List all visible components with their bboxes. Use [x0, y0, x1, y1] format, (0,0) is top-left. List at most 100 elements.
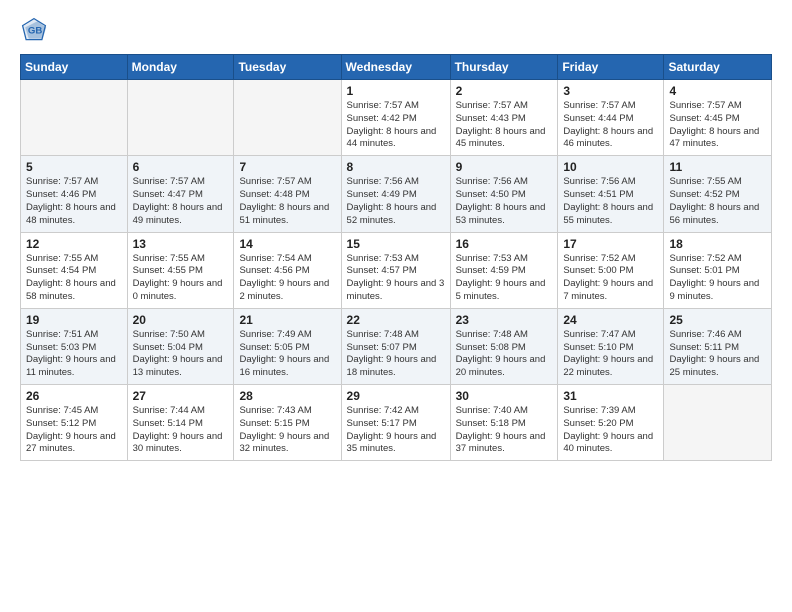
- logo-icon: GB: [20, 16, 48, 44]
- day-number: 8: [347, 160, 445, 174]
- calendar-cell: 5 Sunrise: 7:57 AM Sunset: 4:46 PM Daylig…: [21, 156, 128, 232]
- day-number: 14: [239, 237, 335, 251]
- calendar-cell: 1 Sunrise: 7:57 AM Sunset: 4:42 PM Daylig…: [341, 80, 450, 156]
- svg-text:GB: GB: [28, 26, 42, 37]
- day-info: Sunrise: 7:52 AM Sunset: 5:01 PM Dayligh…: [669, 253, 766, 304]
- calendar-cell: 6 Sunrise: 7:57 AM Sunset: 4:47 PM Daylig…: [127, 156, 234, 232]
- day-number: 24: [563, 313, 658, 327]
- weekday-header-friday: Friday: [558, 55, 664, 80]
- day-info: Sunrise: 7:57 AM Sunset: 4:44 PM Dayligh…: [563, 100, 658, 151]
- calendar-cell: 3 Sunrise: 7:57 AM Sunset: 4:44 PM Daylig…: [558, 80, 664, 156]
- day-number: 18: [669, 237, 766, 251]
- calendar-cell: 18 Sunrise: 7:52 AM Sunset: 5:01 PM Dayli…: [664, 232, 772, 308]
- calendar-cell: 7 Sunrise: 7:57 AM Sunset: 4:48 PM Daylig…: [234, 156, 341, 232]
- calendar-cell: 15 Sunrise: 7:53 AM Sunset: 4:57 PM Dayli…: [341, 232, 450, 308]
- calendar-cell: 9Sunrise: 7:56 AM Sunset: 4:50 PM Daylig…: [450, 156, 558, 232]
- calendar-cell: 17 Sunrise: 7:52 AM Sunset: 5:00 PM Dayli…: [558, 232, 664, 308]
- day-info: Sunrise: 7:54 AM Sunset: 4:56 PM Dayligh…: [239, 253, 335, 304]
- weekday-header-sunday: Sunday: [21, 55, 128, 80]
- weekday-header-row: SundayMondayTuesdayWednesdayThursdayFrid…: [21, 55, 772, 80]
- day-number: 10: [563, 160, 658, 174]
- day-number: 30: [456, 389, 553, 403]
- day-info: Sunrise: 7:48 AM Sunset: 5:08 PM Dayligh…: [456, 329, 553, 380]
- day-info: Sunrise: 7:52 AM Sunset: 5:00 PM Dayligh…: [563, 253, 658, 304]
- day-info: Sunrise: 7:39 AM Sunset: 5:20 PM Dayligh…: [563, 405, 658, 456]
- day-number: 13: [133, 237, 229, 251]
- day-number: 15: [347, 237, 445, 251]
- day-info: Sunrise: 7:56 AM Sunset: 4:50 PM Dayligh…: [456, 176, 553, 227]
- day-info: Sunrise: 7:57 AM Sunset: 4:43 PM Dayligh…: [456, 100, 553, 151]
- day-number: 5: [26, 160, 122, 174]
- day-number: 19: [26, 313, 122, 327]
- day-info: Sunrise: 7:55 AM Sunset: 4:54 PM Dayligh…: [26, 253, 122, 304]
- day-info: Sunrise: 7:48 AM Sunset: 5:07 PM Dayligh…: [347, 329, 445, 380]
- calendar-cell: 21 Sunrise: 7:49 AM Sunset: 5:05 PM Dayli…: [234, 308, 341, 384]
- day-info: Sunrise: 7:57 AM Sunset: 4:48 PM Dayligh…: [239, 176, 335, 227]
- day-info: Sunrise: 7:42 AM Sunset: 5:17 PM Dayligh…: [347, 405, 445, 456]
- day-info: Sunrise: 7:45 AM Sunset: 5:12 PM Dayligh…: [26, 405, 122, 456]
- weekday-header-thursday: Thursday: [450, 55, 558, 80]
- day-info: Sunrise: 7:57 AM Sunset: 4:45 PM Dayligh…: [669, 100, 766, 151]
- calendar-cell: 19 Sunrise: 7:51 AM Sunset: 5:03 PM Dayli…: [21, 308, 128, 384]
- day-number: 22: [347, 313, 445, 327]
- calendar-cell: [234, 80, 341, 156]
- day-number: 16: [456, 237, 553, 251]
- calendar-cell: 23Sunrise: 7:48 AM Sunset: 5:08 PM Dayli…: [450, 308, 558, 384]
- calendar-cell: 10 Sunrise: 7:56 AM Sunset: 4:51 PM Dayli…: [558, 156, 664, 232]
- day-number: 20: [133, 313, 229, 327]
- calendar-cell: 16Sunrise: 7:53 AM Sunset: 4:59 PM Dayli…: [450, 232, 558, 308]
- calendar-cell: 27 Sunrise: 7:44 AM Sunset: 5:14 PM Dayli…: [127, 385, 234, 461]
- day-number: 7: [239, 160, 335, 174]
- weekday-header-monday: Monday: [127, 55, 234, 80]
- calendar-week-row: 5 Sunrise: 7:57 AM Sunset: 4:46 PM Daylig…: [21, 156, 772, 232]
- weekday-header-wednesday: Wednesday: [341, 55, 450, 80]
- calendar-cell: 24Sunrise: 7:47 AM Sunset: 5:10 PM Dayli…: [558, 308, 664, 384]
- day-number: 4: [669, 84, 766, 98]
- day-info: Sunrise: 7:53 AM Sunset: 4:57 PM Dayligh…: [347, 253, 445, 304]
- calendar-cell: 13Sunrise: 7:55 AM Sunset: 4:55 PM Dayli…: [127, 232, 234, 308]
- calendar-cell: [664, 385, 772, 461]
- day-number: 27: [133, 389, 229, 403]
- day-number: 3: [563, 84, 658, 98]
- calendar-cell: 12 Sunrise: 7:55 AM Sunset: 4:54 PM Dayli…: [21, 232, 128, 308]
- calendar-cell: 31 Sunrise: 7:39 AM Sunset: 5:20 PM Dayli…: [558, 385, 664, 461]
- day-info: Sunrise: 7:51 AM Sunset: 5:03 PM Dayligh…: [26, 329, 122, 380]
- calendar-cell: 22 Sunrise: 7:48 AM Sunset: 5:07 PM Dayli…: [341, 308, 450, 384]
- calendar-cell: 25Sunrise: 7:46 AM Sunset: 5:11 PM Dayli…: [664, 308, 772, 384]
- day-number: 12: [26, 237, 122, 251]
- calendar-cell: 14 Sunrise: 7:54 AM Sunset: 4:56 PM Dayli…: [234, 232, 341, 308]
- day-number: 6: [133, 160, 229, 174]
- day-info: Sunrise: 7:40 AM Sunset: 5:18 PM Dayligh…: [456, 405, 553, 456]
- calendar-cell: 20 Sunrise: 7:50 AM Sunset: 5:04 PM Dayli…: [127, 308, 234, 384]
- weekday-header-saturday: Saturday: [664, 55, 772, 80]
- day-number: 11: [669, 160, 766, 174]
- day-info: Sunrise: 7:44 AM Sunset: 5:14 PM Dayligh…: [133, 405, 229, 456]
- calendar-cell: 26 Sunrise: 7:45 AM Sunset: 5:12 PM Dayli…: [21, 385, 128, 461]
- calendar-cell: 29 Sunrise: 7:42 AM Sunset: 5:17 PM Dayli…: [341, 385, 450, 461]
- logo: GB: [20, 16, 52, 44]
- day-info: Sunrise: 7:57 AM Sunset: 4:47 PM Dayligh…: [133, 176, 229, 227]
- calendar-cell: 28Sunrise: 7:43 AM Sunset: 5:15 PM Dayli…: [234, 385, 341, 461]
- day-number: 2: [456, 84, 553, 98]
- day-number: 31: [563, 389, 658, 403]
- calendar-cell: 8 Sunrise: 7:56 AM Sunset: 4:49 PM Daylig…: [341, 156, 450, 232]
- calendar-cell: [21, 80, 128, 156]
- day-info: Sunrise: 7:43 AM Sunset: 5:15 PM Dayligh…: [239, 405, 335, 456]
- day-info: Sunrise: 7:56 AM Sunset: 4:49 PM Dayligh…: [347, 176, 445, 227]
- day-info: Sunrise: 7:57 AM Sunset: 4:42 PM Dayligh…: [347, 100, 445, 151]
- calendar-cell: 4 Sunrise: 7:57 AM Sunset: 4:45 PM Daylig…: [664, 80, 772, 156]
- day-number: 29: [347, 389, 445, 403]
- day-number: 26: [26, 389, 122, 403]
- day-info: Sunrise: 7:50 AM Sunset: 5:04 PM Dayligh…: [133, 329, 229, 380]
- day-number: 17: [563, 237, 658, 251]
- day-info: Sunrise: 7:57 AM Sunset: 4:46 PM Dayligh…: [26, 176, 122, 227]
- calendar-week-row: 12 Sunrise: 7:55 AM Sunset: 4:54 PM Dayli…: [21, 232, 772, 308]
- day-number: 1: [347, 84, 445, 98]
- calendar-week-row: 1 Sunrise: 7:57 AM Sunset: 4:42 PM Daylig…: [21, 80, 772, 156]
- day-number: 21: [239, 313, 335, 327]
- calendar-table: SundayMondayTuesdayWednesdayThursdayFrid…: [20, 54, 772, 461]
- day-info: Sunrise: 7:49 AM Sunset: 5:05 PM Dayligh…: [239, 329, 335, 380]
- day-info: Sunrise: 7:56 AM Sunset: 4:51 PM Dayligh…: [563, 176, 658, 227]
- calendar-week-row: 19 Sunrise: 7:51 AM Sunset: 5:03 PM Dayli…: [21, 308, 772, 384]
- page-header: GB: [20, 16, 772, 44]
